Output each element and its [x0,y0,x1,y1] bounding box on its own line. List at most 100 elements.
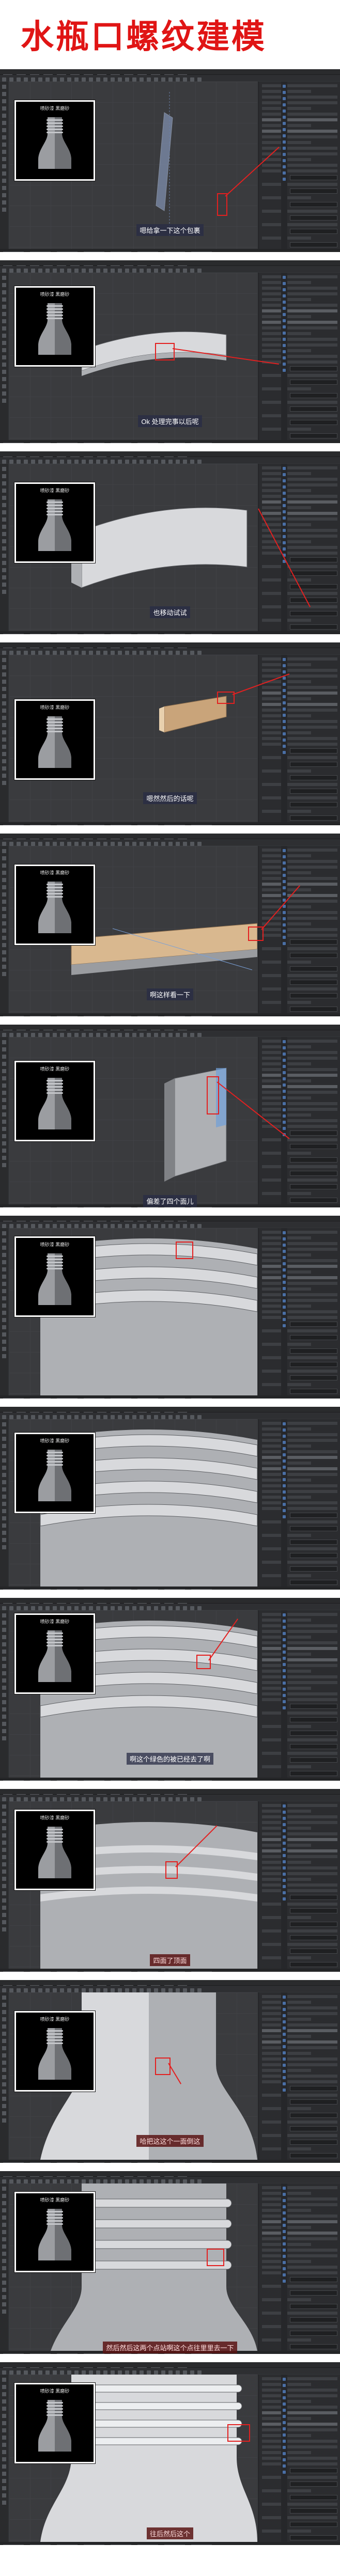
attribute-field[interactable] [290,2099,337,2104]
tool-icon[interactable] [2,2486,6,2490]
tool-icon[interactable] [2,1686,6,1690]
layer-icon[interactable] [283,171,286,175]
toolbar-icon[interactable] [31,1224,35,1228]
toolbar-icon[interactable] [24,651,28,655]
object-list-row[interactable] [262,1439,337,1442]
layer-icon[interactable] [283,2396,286,2399]
tool-icon[interactable] [2,1996,6,2000]
layer-icon[interactable] [283,664,286,667]
toolbar-icon[interactable] [118,269,122,273]
object-list-row[interactable] [262,2232,337,2235]
toolbar-icon[interactable] [176,1415,180,1419]
toolbar-icon[interactable] [190,651,194,655]
layer-icon[interactable] [283,1644,286,1647]
layer-icon[interactable] [283,1127,286,1130]
toolbar-icon[interactable] [53,651,57,655]
layer-icon[interactable] [283,2402,286,2406]
toolbar-icon[interactable] [96,842,100,846]
attribute-field[interactable] [290,242,337,247]
attribute-field[interactable] [290,2086,337,2091]
object-list-row[interactable] [262,1624,337,1627]
attribute-field[interactable] [290,366,337,371]
tool-icon[interactable] [2,2046,6,2050]
layer-icon[interactable] [283,1879,286,1882]
toolbar-icon[interactable] [31,77,35,82]
layer-icon[interactable] [283,1441,286,1444]
tool-icon[interactable] [2,2097,6,2101]
toolbar-icon[interactable] [190,1033,194,1037]
object-list-row[interactable] [262,135,337,138]
tool-icon[interactable] [2,1112,6,1117]
object-list-row[interactable] [262,592,337,595]
layer-icon[interactable] [283,1829,286,1832]
toolbar-icon[interactable] [111,1033,115,1037]
toolbar-icon[interactable] [147,460,151,464]
layer-icon[interactable] [283,294,286,297]
object-list-row[interactable] [262,1450,337,1453]
toolbar-icon[interactable] [9,77,13,82]
attribute-field[interactable] [290,1389,337,1394]
toolbar-icon[interactable] [24,2370,28,2375]
layer-icon[interactable] [283,140,286,144]
toolbar-icon[interactable] [53,1033,57,1037]
object-list-row[interactable] [262,1520,337,1523]
toolbar-icon[interactable] [31,460,35,464]
object-list-row[interactable] [262,512,337,515]
toolbar-icon[interactable] [9,2179,13,2184]
toolbar-icon[interactable] [82,1033,86,1037]
object-list-row[interactable] [262,974,337,977]
layer-icon[interactable] [283,369,286,372]
tool-icon[interactable] [2,1841,6,1845]
toolbar-icon[interactable] [168,269,173,273]
object-list-row[interactable] [262,2285,337,2288]
tool-icon[interactable] [2,319,6,323]
tool-icon[interactable] [2,950,6,954]
tool-icon[interactable] [2,157,6,161]
layer-icon[interactable] [283,2211,286,2214]
toolbar-icon[interactable] [9,1797,13,1801]
toolbar-icon[interactable] [74,1033,79,1037]
toolbar-icon[interactable] [161,460,165,464]
layer-icon[interactable] [283,1804,286,1808]
toolbar-icon[interactable] [24,77,28,82]
toolbar-icon[interactable] [190,2179,194,2184]
toolbar-icon[interactable] [183,1224,187,1228]
tool-icon[interactable] [2,2068,6,2072]
toolbar-icon[interactable] [161,77,165,82]
object-list-row[interactable] [262,118,337,121]
tool-icon[interactable] [2,1855,6,1859]
toolbar-icon[interactable] [176,269,180,273]
toolbar-icon[interactable] [118,842,122,846]
attribute-field[interactable] [290,1566,337,1572]
toolbar-icon[interactable] [45,2370,50,2375]
attribute-field[interactable] [290,2126,337,2131]
toolbar-icon[interactable] [190,77,194,82]
toolbar-icon[interactable] [17,460,21,464]
toolbar-icon[interactable] [147,1606,151,1610]
object-list-row[interactable] [262,2266,337,2269]
layer-icon[interactable] [283,683,286,686]
tool-icon[interactable] [2,1891,6,1895]
toolbar-icon[interactable] [183,1988,187,1992]
layer-icon[interactable] [283,147,286,150]
object-list-row[interactable] [262,783,337,786]
object-list-row[interactable] [262,478,337,481]
toolbar-icon[interactable] [53,1415,57,1419]
layer-icon[interactable] [283,1108,286,1111]
object-list-row[interactable] [262,183,337,186]
tool-icon[interactable] [2,1729,6,1733]
object-list-row[interactable] [262,147,337,150]
layer-icon[interactable] [283,1422,286,1425]
toolbar-icon[interactable] [176,1224,180,1228]
toolbar-icon[interactable] [183,1415,187,1419]
object-list-row[interactable] [262,860,337,863]
timeline-bar[interactable] [0,2160,340,2163]
layer-icon[interactable] [283,1891,286,1894]
toolbar-icon[interactable] [140,2179,144,2184]
layer-icon[interactable] [283,1811,286,1814]
toolbar-icon[interactable] [38,1797,42,1801]
object-list-row[interactable] [262,1119,337,1122]
tool-icon[interactable] [2,363,6,367]
object-list-row[interactable] [262,1507,337,1510]
layer-icon[interactable] [283,2390,286,2393]
